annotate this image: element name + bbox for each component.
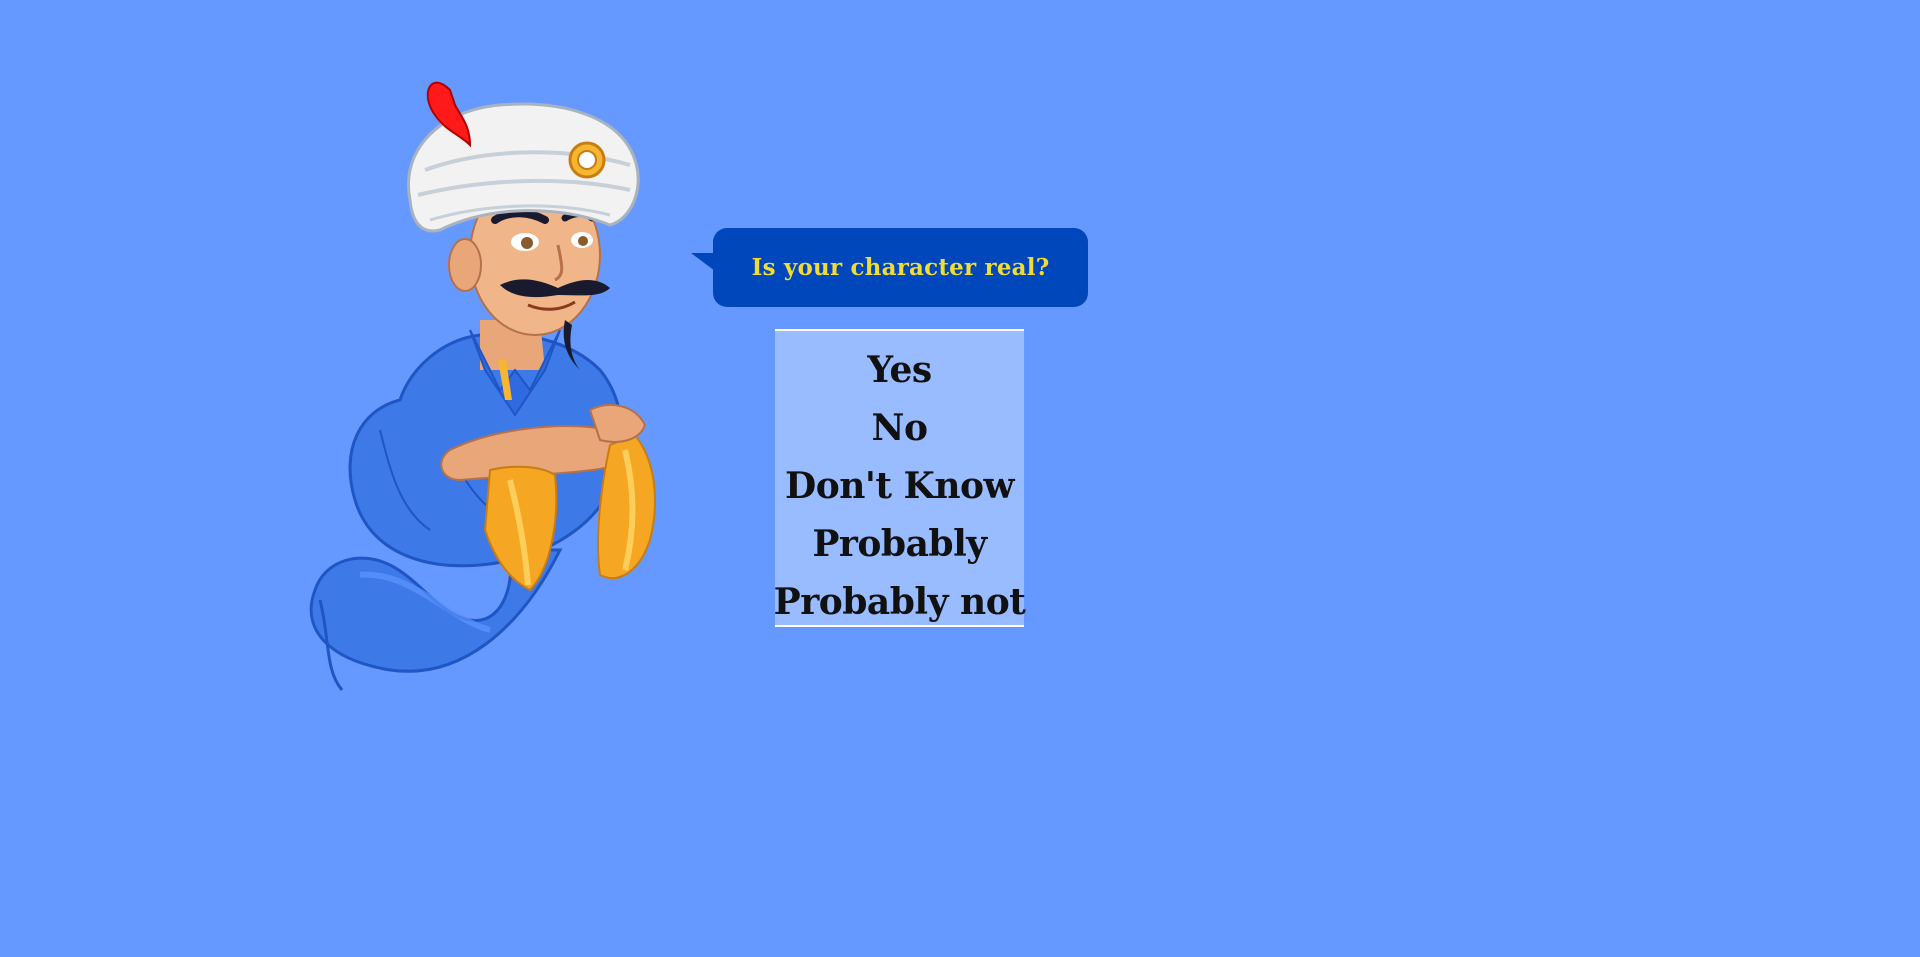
genie-mascot-icon [309,81,656,691]
bubble-tail [691,253,715,271]
answer-probably[interactable]: Probably [812,515,987,573]
answer-probably-not[interactable]: Probably not [774,573,1026,631]
question-text: Is your character real? [751,254,1050,281]
question-bubble: Is your character real? [691,228,1088,307]
answer-dont-know[interactable]: Don't Know [785,457,1015,515]
answer-no[interactable]: No [872,399,928,457]
game-stage: Is your character real? Yes No Don't Kno… [0,0,1920,957]
answer-yes[interactable]: Yes [867,341,932,399]
answer-list: Yes No Don't Know Probably Probably not [774,329,1026,627]
